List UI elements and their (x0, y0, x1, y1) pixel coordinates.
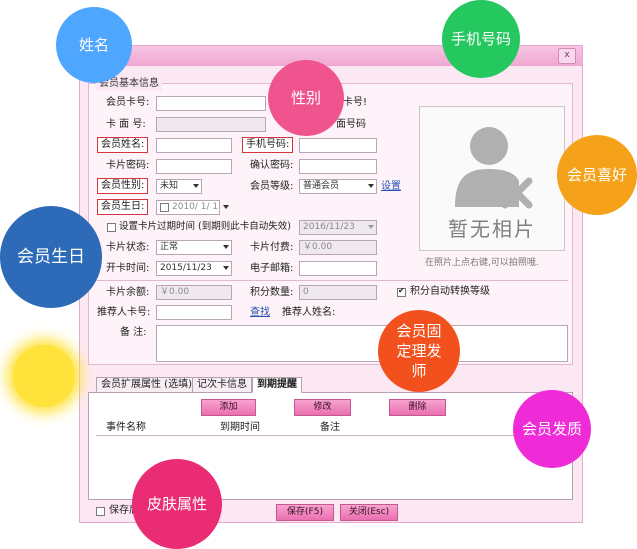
column-expire-time[interactable]: 到期时间 (220, 421, 260, 435)
chevron-down-icon (368, 225, 374, 229)
card-face-input[interactable] (156, 117, 266, 132)
email-label: 电子邮箱: (250, 263, 294, 274)
open-time-label: 开卡时间: (106, 263, 150, 274)
balance-input[interactable]: ￥0.00 (156, 285, 232, 300)
open-time-picker[interactable]: 2015/11/23 (156, 261, 232, 276)
callout-phone: 手机号码 (442, 0, 520, 78)
open-time-value: 2015/11/23 (160, 263, 212, 273)
decorative-yellow-dot (13, 345, 75, 407)
callout-skin: 皮肤属性 (132, 459, 222, 549)
photo-placeholder-text: 暂无相片 (448, 217, 536, 241)
card-face-label: 卡 面 号: (106, 119, 146, 130)
status-value: 正常 (160, 242, 179, 252)
expire-checkbox[interactable] (107, 223, 116, 232)
tab-count-card[interactable]: 记次卡信息 (192, 377, 252, 393)
chevron-down-icon (223, 266, 229, 270)
birthday-value: 2010/ 1/ 1 (172, 202, 219, 212)
level-label: 会员等级: (250, 181, 294, 192)
gender-value: 未知 (160, 181, 179, 191)
confirm-password-input[interactable] (299, 159, 377, 174)
points-input[interactable]: 0 (299, 285, 377, 300)
balance-label: 卡片余额: (106, 287, 150, 298)
chevron-down-icon[interactable] (223, 205, 229, 209)
email-input[interactable] (299, 261, 377, 276)
save-after-checkbox[interactable] (96, 507, 105, 516)
birthday-label: 会员生日: (97, 199, 149, 215)
fee-value: ￥0.00 (303, 242, 333, 252)
fee-input[interactable]: ￥0.00 (299, 240, 377, 255)
auto-convert-checkbox[interactable] (397, 286, 406, 297)
close-icon[interactable]: x (558, 48, 576, 64)
expire-label: 设置卡片过期时间 (到期则此卡自动失效) (119, 221, 291, 232)
password-label: 卡片密码: (106, 160, 150, 171)
photo-hint: 在照片上点右键,可以拍照哦. (425, 258, 539, 268)
chevron-down-icon (193, 184, 199, 188)
status-label: 卡片状态: (106, 242, 150, 253)
edit-reminder-button[interactable]: 修改 (294, 399, 351, 416)
column-event-name[interactable]: 事件名称 (106, 421, 146, 435)
close-button[interactable]: 关闭(Esc) (340, 504, 398, 521)
card-no-partial-label: 卡号! (343, 97, 368, 108)
level-settings-link[interactable]: 设置 (381, 180, 401, 194)
gender-select[interactable]: 未知 (156, 179, 202, 194)
phone-input[interactable] (299, 138, 377, 153)
callout-gender: 性别 (268, 60, 344, 136)
confirm-password-label: 确认密码: (250, 160, 294, 171)
birthday-checkbox[interactable] (160, 203, 169, 212)
card-no-label: 会员卡号: (106, 97, 150, 108)
auto-convert-label: 积分自动转换等级 (410, 286, 490, 297)
fee-label: 卡片付费: (250, 242, 294, 253)
referrer-lookup-link[interactable]: 查找 (250, 306, 270, 320)
callout-stylist: 会员固定理发师 (378, 310, 460, 392)
reminder-table-header: 事件名称 到期时间 备注 (96, 420, 565, 436)
balance-value: ￥0.00 (160, 287, 190, 297)
points-value: 0 (303, 287, 309, 297)
card-no-input[interactable] (156, 96, 266, 111)
column-remark[interactable]: 备注 (320, 421, 340, 435)
tab-expiry-reminder[interactable]: 到期提醒 (252, 377, 302, 393)
expire-date-value: 2016/11/23 (303, 222, 355, 232)
remark-label: 备 注: (120, 327, 147, 338)
chevron-down-icon (223, 245, 229, 249)
birthday-picker[interactable]: 2010/ 1/ 1 (156, 200, 220, 215)
level-value: 普通会员 (303, 181, 340, 191)
chevron-down-icon (368, 184, 374, 188)
callout-birthday: 会员生日 (0, 206, 102, 308)
save-button[interactable]: 保存(F5) (276, 504, 334, 521)
tab-extended-attributes[interactable]: 会员扩展属性 (选填) (96, 377, 197, 393)
referrer-card-label: 推荐人卡号: (97, 307, 151, 318)
password-input[interactable] (156, 159, 232, 174)
status-select[interactable]: 正常 (156, 240, 232, 255)
gender-label: 会员性别: (97, 178, 149, 194)
person-placeholder-icon (455, 127, 533, 209)
callout-name: 姓名 (56, 7, 132, 83)
add-reminder-button[interactable]: 添加 (201, 399, 256, 416)
name-input[interactable] (156, 138, 232, 153)
divider (94, 280, 568, 281)
card-face-partial-label: 面号码 (336, 119, 366, 130)
photo-box[interactable]: 暂无相片 (419, 106, 565, 251)
delete-reminder-button[interactable]: 删除 (389, 399, 446, 416)
callout-hair: 会员发质 (513, 390, 591, 468)
referrer-name-label: 推荐人姓名: (282, 307, 336, 318)
callout-hobby: 会员喜好 (557, 135, 637, 215)
expire-date-picker[interactable]: 2016/11/23 (299, 220, 377, 235)
points-label: 积分数量: (250, 287, 294, 298)
remark-textarea[interactable] (156, 325, 568, 362)
referrer-card-input[interactable] (156, 305, 232, 320)
phone-label: 手机号码: (242, 137, 294, 153)
name-label: 会员姓名: (97, 137, 149, 153)
level-select[interactable]: 普通会员 (299, 179, 377, 194)
